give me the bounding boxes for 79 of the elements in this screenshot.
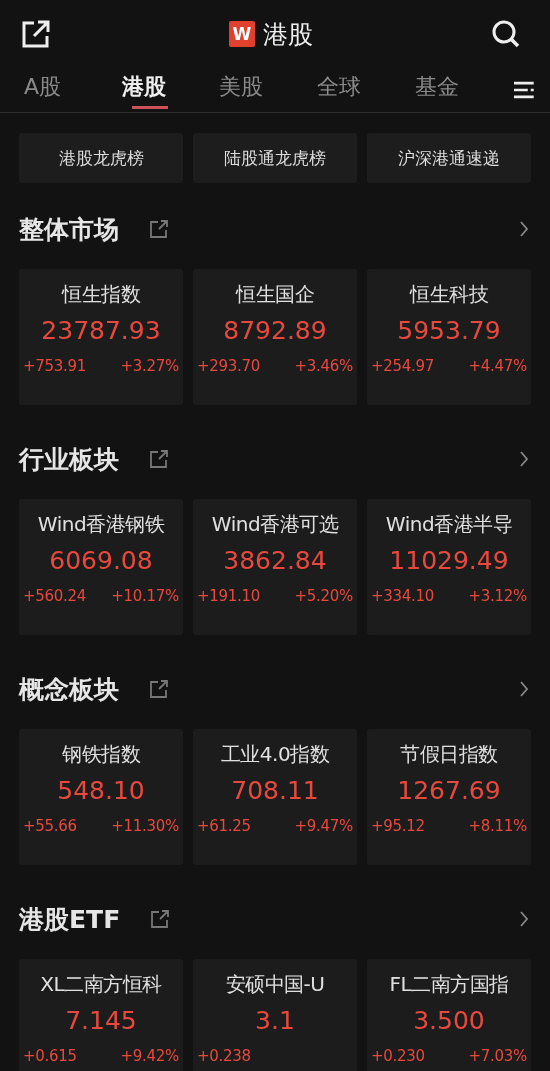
percent-change: +3.27%: [120, 357, 179, 375]
index-name: FL二南方国指: [389, 971, 509, 998]
price-change: +293.70: [197, 357, 260, 375]
index-price: 8792.89: [223, 316, 327, 345]
index-price: 23787.93: [41, 316, 161, 345]
index-price: 3862.84: [223, 546, 327, 575]
index-price: 6069.08: [49, 546, 153, 575]
index-card[interactable]: Wind香港可选 3862.84 +191.10 +5.20%: [193, 499, 357, 635]
price-change: +334.10: [371, 587, 434, 605]
price-change: +254.97: [371, 357, 434, 375]
price-change: +560.24: [23, 587, 86, 605]
section-title[interactable]: 港股ETF: [19, 902, 121, 936]
index-price: 5953.79: [397, 316, 501, 345]
index-price: 1267.69: [397, 776, 501, 805]
chevron-right-icon[interactable]: [519, 220, 529, 238]
price-change: +191.10: [197, 587, 260, 605]
section-title[interactable]: 行业板块: [19, 442, 119, 476]
price-change: +0.615: [23, 1047, 77, 1065]
price-change: +0.238: [197, 1047, 251, 1065]
index-price: 11029.49: [389, 546, 509, 575]
index-name: 恒生国企: [236, 281, 314, 308]
market-tab[interactable]: A股: [24, 68, 122, 112]
index-price: 708.11: [231, 776, 319, 805]
chevron-right-icon[interactable]: [519, 910, 529, 928]
chevron-right-icon[interactable]: [519, 450, 529, 468]
search-icon[interactable]: [490, 18, 522, 50]
quick-link-button[interactable]: 陆股通龙虎榜: [193, 133, 357, 183]
index-card[interactable]: 工业4.0指数 708.11 +61.25 +9.47%: [193, 729, 357, 865]
section-title[interactable]: 概念板块: [19, 672, 119, 706]
index-name: Wind香港半导: [385, 511, 513, 538]
index-price: 3.1: [255, 1006, 295, 1035]
price-change: +753.91: [23, 357, 86, 375]
index-name: 恒生指数: [62, 281, 140, 308]
index-card[interactable]: Wind香港钢铁 6069.08 +560.24 +10.17%: [19, 499, 183, 635]
quick-link-button[interactable]: 沪深港通速递: [367, 133, 531, 183]
percent-change: +9.47%: [294, 817, 353, 835]
percent-change: +3.46%: [294, 357, 353, 375]
index-name: 恒生科技: [410, 281, 488, 308]
percent-change: +11.30%: [111, 817, 179, 835]
section-title[interactable]: 整体市场: [19, 212, 119, 246]
percent-change: +3.12%: [468, 587, 527, 605]
menu-icon[interactable]: [512, 80, 537, 100]
index-price: 3.500: [413, 1006, 485, 1035]
logo: W: [229, 21, 255, 47]
market-tab[interactable]: 基金: [414, 68, 513, 112]
index-name: 工业4.0指数: [220, 741, 330, 768]
index-card[interactable]: 恒生指数 23787.93 +753.91 +3.27%: [19, 269, 183, 405]
index-name: 钢铁指数: [62, 741, 140, 768]
index-name: Wind香港可选: [211, 511, 339, 538]
price-change: +95.12: [371, 817, 425, 835]
market-tab[interactable]: 美股: [219, 68, 317, 112]
chevron-right-icon[interactable]: [519, 680, 529, 698]
price-change: +61.25: [197, 817, 251, 835]
index-card[interactable]: FL二南方国指 3.500 +0.230 +7.03%: [367, 959, 531, 1071]
quick-link-button[interactable]: 港股龙虎榜: [19, 133, 183, 183]
index-card[interactable]: 恒生科技 5953.79 +254.97 +4.47%: [367, 269, 531, 405]
index-card[interactable]: 安硕中国-U 3.1 +0.238: [193, 959, 357, 1071]
percent-change: +4.47%: [468, 357, 527, 375]
index-card[interactable]: 钢铁指数 548.10 +55.66 +11.30%: [19, 729, 183, 865]
index-name: Wind香港钢铁: [37, 511, 165, 538]
percent-change: +10.17%: [111, 587, 179, 605]
index-name: XL二南方恒科: [40, 971, 162, 998]
index-price: 7.145: [65, 1006, 137, 1035]
index-price: 548.10: [57, 776, 145, 805]
share-icon[interactable]: [20, 18, 52, 50]
index-card[interactable]: 节假日指数 1267.69 +95.12 +8.11%: [367, 729, 531, 865]
percent-change: +5.20%: [294, 587, 353, 605]
index-card[interactable]: XL二南方恒科 7.145 +0.615 +9.42%: [19, 959, 183, 1071]
page-title: 港股: [263, 18, 313, 51]
percent-change: +7.03%: [468, 1047, 527, 1065]
index-card[interactable]: Wind香港半导 11029.49 +334.10 +3.12%: [367, 499, 531, 635]
percent-change: +8.11%: [468, 817, 527, 835]
market-tab[interactable]: 全球: [317, 68, 415, 112]
price-change: +0.230: [371, 1047, 425, 1065]
index-name: 节假日指数: [400, 741, 498, 768]
index-name: 安硕中国-U: [225, 971, 325, 998]
price-change: +55.66: [23, 817, 77, 835]
percent-change: +9.42%: [120, 1047, 179, 1065]
index-card[interactable]: 恒生国企 8792.89 +293.70 +3.46%: [193, 269, 357, 405]
